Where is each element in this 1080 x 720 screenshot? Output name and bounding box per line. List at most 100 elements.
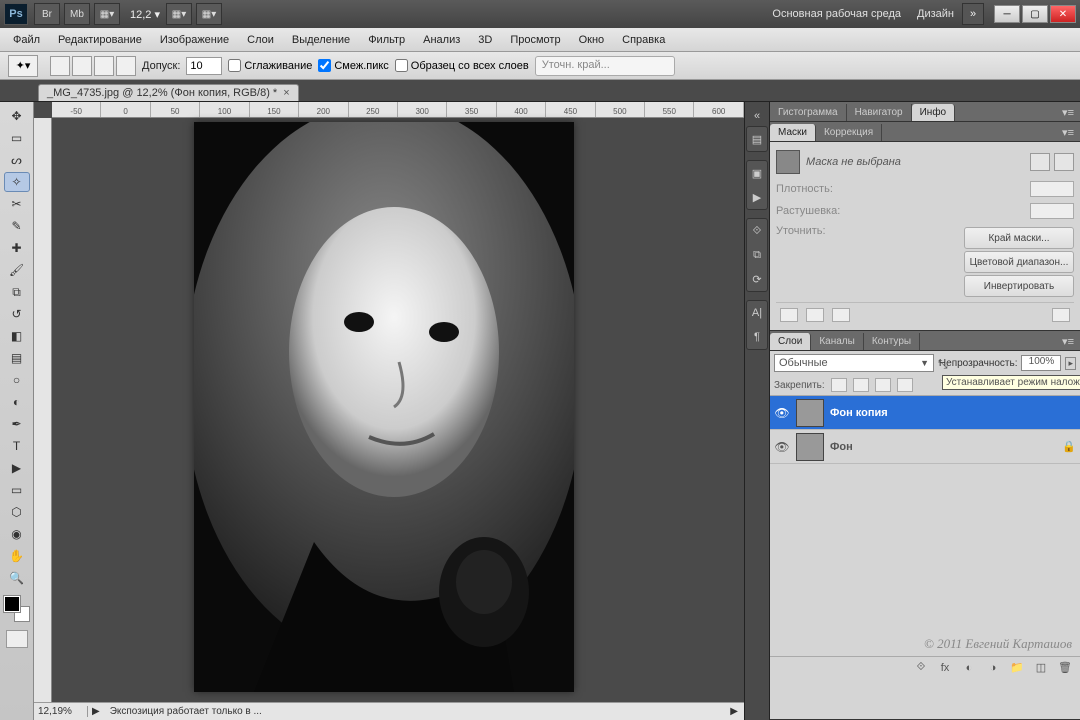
panel-menu-icon[interactable]: ▾≡: [1056, 333, 1080, 350]
screen-mode-button[interactable]: ▦▾: [196, 3, 222, 25]
brush-tool[interactable]: 🖌: [4, 260, 30, 280]
lock-position-icon[interactable]: [875, 378, 891, 392]
menu-image[interactable]: Изображение: [151, 34, 238, 46]
mask-edge-button[interactable]: Край маски...: [964, 227, 1074, 249]
menu-view[interactable]: Просмотр: [501, 34, 569, 46]
history-brush-tool[interactable]: ↺: [4, 304, 30, 324]
panel-menu-icon[interactable]: ▾≡: [1056, 104, 1080, 121]
lasso-tool[interactable]: ᔕ: [4, 150, 30, 170]
lock-transparency-icon[interactable]: [831, 378, 847, 392]
menu-layer[interactable]: Слои: [238, 34, 283, 46]
quick-mask-button[interactable]: [6, 630, 28, 648]
tab-navigator[interactable]: Навигатор: [847, 104, 912, 121]
gradient-tool[interactable]: ▤: [4, 348, 30, 368]
healing-brush-tool[interactable]: ✚: [4, 238, 30, 258]
panel-expand-icon[interactable]: «: [749, 108, 765, 124]
menu-edit[interactable]: Редактирование: [49, 34, 151, 46]
color-swatches[interactable]: [4, 596, 30, 622]
menu-select[interactable]: Выделение: [283, 34, 359, 46]
paragraph-panel-icon[interactable]: ¶: [749, 329, 765, 345]
menu-window[interactable]: Окно: [570, 34, 614, 46]
tab-channels[interactable]: Каналы: [811, 333, 864, 350]
menu-help[interactable]: Справка: [613, 34, 674, 46]
all-layers-checkbox[interactable]: Образец со всех слоев: [395, 59, 529, 72]
adjustment-layer-icon[interactable]: ◑: [984, 660, 1002, 676]
shape-tool[interactable]: ▭: [4, 480, 30, 500]
menu-filter[interactable]: Фильтр: [359, 34, 414, 46]
pen-tool[interactable]: ✒: [4, 414, 30, 434]
panel-menu-icon[interactable]: ▾≡: [1056, 124, 1080, 141]
layer-name[interactable]: Фон: [830, 441, 853, 453]
layer-row[interactable]: 👁 Фон 🔒: [770, 430, 1080, 464]
new-layer-icon[interactable]: ◫: [1032, 660, 1050, 676]
intersect-selection-button[interactable]: [116, 56, 136, 76]
close-button[interactable]: ✕: [1050, 5, 1076, 23]
disable-mask-icon[interactable]: [832, 308, 850, 322]
tab-paths[interactable]: Контуры: [864, 333, 920, 350]
layer-row[interactable]: 👁 Фон копия: [770, 396, 1080, 430]
new-selection-button[interactable]: [50, 56, 70, 76]
crop-tool[interactable]: ✂: [4, 194, 30, 214]
document-tab[interactable]: _MG_4735.jpg @ 12,2% (Фон копия, RGB/8) …: [38, 84, 299, 101]
feather-input[interactable]: [1030, 203, 1074, 219]
tab-layers[interactable]: Слои: [770, 333, 811, 350]
document-canvas[interactable]: [194, 122, 574, 692]
contiguous-checkbox[interactable]: Смеж.пикс: [318, 59, 388, 72]
antialias-checkbox[interactable]: Сглаживание: [228, 59, 312, 72]
minimize-button[interactable]: ─: [994, 5, 1020, 23]
status-zoom[interactable]: 12,19%: [34, 706, 88, 717]
layer-name[interactable]: Фон копия: [830, 407, 888, 419]
load-selection-icon[interactable]: [780, 308, 798, 322]
vector-mask-button[interactable]: [1054, 153, 1074, 171]
path-select-tool[interactable]: ▶: [4, 458, 30, 478]
pixel-mask-button[interactable]: [1030, 153, 1050, 171]
subtract-selection-button[interactable]: [94, 56, 114, 76]
visibility-icon[interactable]: 👁: [774, 405, 790, 421]
maximize-button[interactable]: ▢: [1022, 5, 1048, 23]
workspace-design[interactable]: Дизайн: [909, 8, 962, 20]
arrange-docs-button[interactable]: ▦▾: [94, 3, 120, 25]
bridge-button[interactable]: Br: [34, 3, 60, 25]
lock-pixels-icon[interactable]: [853, 378, 869, 392]
invert-button[interactable]: Инвертировать: [964, 275, 1074, 297]
tab-masks[interactable]: Маски: [770, 124, 816, 141]
blend-mode-dropdown[interactable]: Обычные▼: [774, 354, 934, 372]
layer-style-icon[interactable]: fx: [936, 660, 954, 676]
minibridge-button[interactable]: Mb: [64, 3, 90, 25]
character-panel-icon[interactable]: A|: [749, 305, 765, 321]
menu-analysis[interactable]: Анализ: [414, 34, 469, 46]
lock-all-icon[interactable]: [897, 378, 913, 392]
clone-stamp-tool[interactable]: ⧉: [4, 282, 30, 302]
tool-preset-icon[interactable]: ✦▾: [8, 55, 38, 77]
play-icon[interactable]: ▶: [749, 189, 765, 205]
delete-layer-icon[interactable]: 🗑: [1056, 660, 1074, 676]
dodge-tool[interactable]: ◐: [4, 392, 30, 412]
zoom-tool[interactable]: 🔍: [4, 568, 30, 588]
visibility-icon[interactable]: 👁: [774, 439, 790, 455]
3d-tool[interactable]: ⬡: [4, 502, 30, 522]
density-input[interactable]: [1030, 181, 1074, 197]
tab-correction[interactable]: Коррекция: [816, 124, 882, 141]
actions-panel-icon[interactable]: ▣: [749, 165, 765, 181]
history-panel-icon[interactable]: ▤: [749, 131, 765, 147]
tolerance-input[interactable]: [186, 57, 222, 75]
hand-tool[interactable]: ✋: [4, 546, 30, 566]
tab-info[interactable]: Инфо: [912, 104, 956, 121]
close-tab-icon[interactable]: ×: [283, 87, 289, 99]
group-icon[interactable]: 📁: [1008, 660, 1026, 676]
clone-panel-icon[interactable]: ⧉: [749, 247, 765, 263]
workspace-expand-button[interactable]: »: [962, 3, 984, 25]
eraser-tool[interactable]: ◧: [4, 326, 30, 346]
menu-3d[interactable]: 3D: [469, 34, 501, 46]
marquee-tool[interactable]: ▭: [4, 128, 30, 148]
eyedropper-tool[interactable]: ✎: [4, 216, 30, 236]
layer-mask-icon[interactable]: ◐: [960, 660, 978, 676]
tool-presets-icon[interactable]: ⟳: [749, 271, 765, 287]
refine-edge-button[interactable]: Уточн. край...: [535, 56, 675, 76]
delete-mask-icon[interactable]: [1052, 308, 1070, 322]
workspace-main[interactable]: Основная рабочая среда: [764, 8, 909, 20]
opacity-input[interactable]: 100%: [1021, 355, 1061, 371]
3d-camera-tool[interactable]: ◉: [4, 524, 30, 544]
move-tool[interactable]: ✥: [4, 106, 30, 126]
color-range-button[interactable]: Цветовой диапазон...: [964, 251, 1074, 273]
